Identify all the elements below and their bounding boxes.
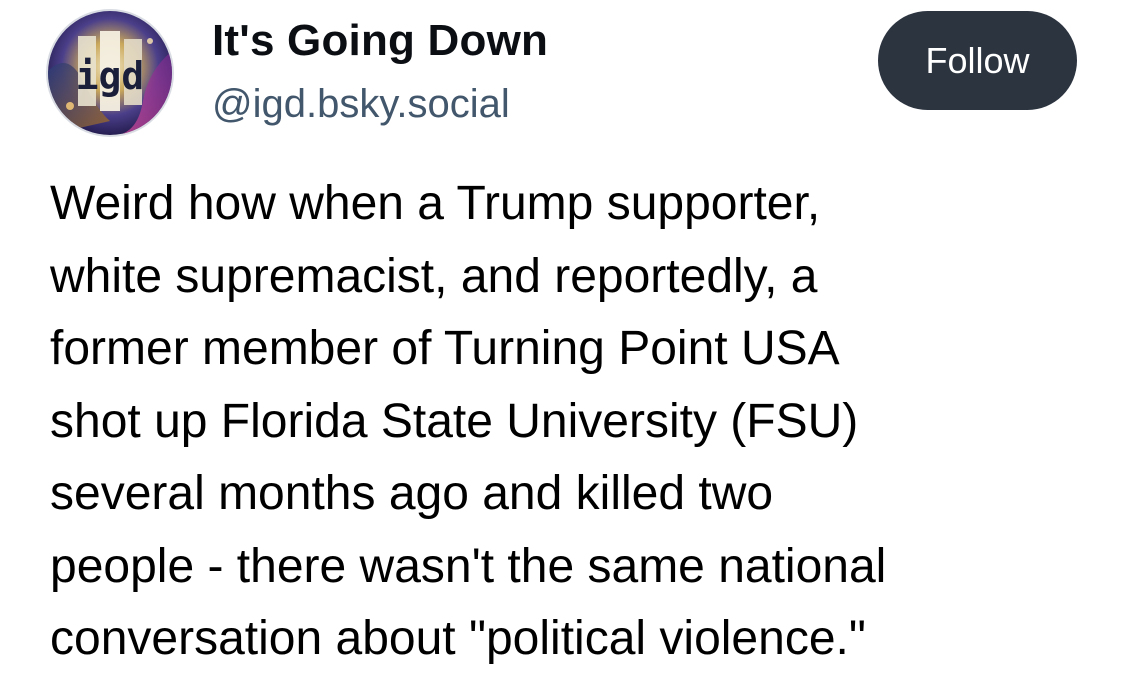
post-text-line: people - there wasn't the same national [50, 539, 887, 593]
post-text-line: several months ago and killed two [50, 467, 774, 520]
post-text-line: white supremacist, and reportedly, a [50, 249, 818, 303]
follow-button[interactable]: Follow [878, 11, 1077, 110]
post-text-line: former member of Turning Point USA [50, 322, 840, 375]
post-text: Weird how when a Trump supporter, white … [50, 168, 1110, 676]
author-handle[interactable]: @igd.bsky.social [212, 82, 510, 127]
author-display-name[interactable]: It's Going Down [212, 16, 548, 66]
post-text-line: conversation about "political violence." [50, 612, 866, 665]
post-text-line: shot up Florida State University (FSU) [50, 394, 859, 448]
post-text-line: Weird how when a Trump supporter, [50, 177, 821, 230]
igd-logo-avatar-icon: igd [48, 11, 172, 135]
post-card: igd It's Going Down @igd.bsky.social Fol… [0, 0, 1125, 686]
avatar-logo-text: igd [76, 54, 145, 98]
author-avatar[interactable]: igd [48, 11, 172, 135]
